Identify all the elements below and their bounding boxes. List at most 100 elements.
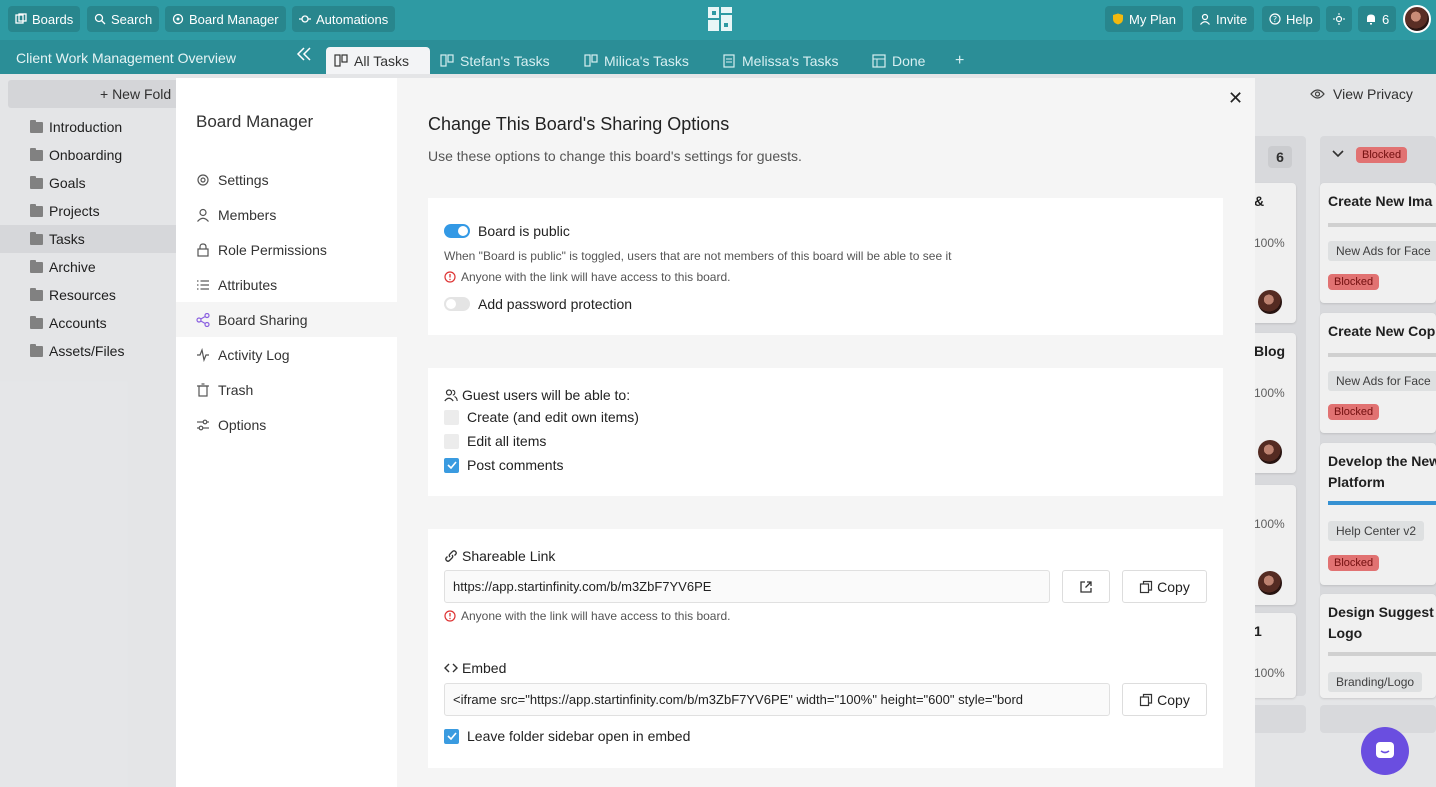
copy-icon — [1140, 693, 1153, 706]
tab-milicas-tasks[interactable]: Milica's Tasks — [576, 47, 697, 74]
tab-label: Stefan's Tasks — [460, 52, 550, 69]
public-warning-text: Anyone with the link will have access to… — [461, 270, 731, 284]
top-bar: Boards Search Board Manager Automations … — [0, 0, 1436, 40]
nav-board-sharing[interactable]: Board Sharing — [176, 302, 397, 337]
share-icon — [196, 312, 210, 327]
guest-option-comments[interactable]: Post comments — [444, 457, 563, 473]
password-row[interactable]: Add password protection — [444, 296, 632, 312]
guests-heading-text: Guest users will be able to: — [462, 387, 631, 403]
board-title: Client Work Management Overview — [16, 50, 236, 66]
nav-options[interactable]: Options — [176, 407, 397, 442]
nav-settings[interactable]: Settings — [176, 162, 397, 197]
nav-label: Activity Log — [218, 346, 290, 363]
search-icon — [94, 13, 106, 25]
modal-nav-title: Board Manager — [196, 112, 314, 131]
my-plan-button[interactable]: My Plan — [1105, 6, 1183, 32]
invite-button[interactable]: Invite — [1192, 6, 1255, 32]
tab-label: Milica's Tasks — [604, 52, 689, 69]
create-checkbox[interactable] — [444, 409, 459, 425]
password-label: Add password protection — [478, 296, 633, 312]
option-label: Create (and edit own items) — [467, 409, 639, 425]
nav-activity-log[interactable]: Activity Log — [176, 337, 397, 372]
copy-embed-button[interactable]: Copy — [1122, 683, 1207, 716]
sliders-icon — [197, 419, 209, 430]
boards-button[interactable]: Boards — [8, 6, 81, 32]
chat-support-button[interactable] — [1361, 727, 1409, 775]
notifications-button[interactable]: 6 — [1358, 6, 1397, 32]
comments-checkbox[interactable] — [444, 457, 459, 473]
nav-members[interactable]: Members — [176, 197, 397, 232]
embed-heading: Embed — [444, 660, 506, 676]
close-icon[interactable]: ✕ — [1228, 88, 1243, 109]
automations-label: Automations — [316, 11, 389, 27]
list-icon — [197, 279, 209, 290]
my-plan-label: My Plan — [1129, 11, 1176, 27]
embed-code-input[interactable]: <iframe src="https://app.startinfinity.c… — [444, 683, 1110, 716]
guests-heading: Guest users will be able to: — [444, 387, 630, 403]
tab-label: All Tasks — [354, 52, 409, 69]
guest-option-edit[interactable]: Edit all items — [444, 433, 546, 449]
sidebar-embed-checkbox[interactable] — [444, 728, 459, 744]
link-heading: Shareable Link — [444, 548, 555, 564]
check-icon — [446, 732, 457, 740]
password-toggle[interactable] — [444, 297, 470, 311]
sun-icon — [1333, 13, 1345, 25]
copy-link-button[interactable]: Copy — [1122, 570, 1207, 603]
shareable-link-panel: Shareable Link https://app.startinfinity… — [428, 529, 1223, 768]
board-public-row[interactable]: Board is public — [444, 223, 570, 239]
tab-all-tasks[interactable]: All Tasks — [326, 47, 430, 74]
kanban-icon — [440, 53, 454, 67]
users-icon — [444, 389, 458, 402]
option-label: Edit all items — [467, 433, 547, 449]
warning-icon — [444, 610, 456, 622]
user-avatar[interactable] — [1403, 5, 1431, 33]
nav-label: Attributes — [218, 276, 278, 293]
public-warning: Anyone with the link will have access to… — [444, 270, 730, 284]
open-link-button[interactable] — [1062, 570, 1110, 603]
embed-heading-text: Embed — [462, 660, 507, 676]
shareable-link-input[interactable]: https://app.startinfinity.com/b/m3ZbF7YV… — [444, 570, 1050, 603]
board-public-label: Board is public — [478, 223, 570, 239]
nav-attributes[interactable]: Attributes — [176, 267, 397, 302]
modal-heading: Change This Board's Sharing Options — [428, 114, 730, 134]
board-manager-modal: Board Manager Settings Members Role Perm… — [176, 78, 1255, 787]
chat-icon — [1376, 742, 1394, 758]
check-icon — [446, 461, 457, 469]
edit-checkbox[interactable] — [444, 433, 459, 449]
nav-label: Options — [218, 416, 267, 433]
boards-icon — [15, 13, 27, 24]
automations-button[interactable]: Automations — [292, 6, 396, 32]
help-button[interactable]: ? Help — [1262, 6, 1320, 32]
tab-stefans-tasks[interactable]: Stefan's Tasks — [432, 47, 558, 74]
nav-trash[interactable]: Trash — [176, 372, 397, 407]
help-label: Help — [1286, 11, 1313, 27]
search-label: Search — [111, 11, 153, 27]
bell-icon — [1367, 14, 1375, 25]
kanban-icon — [584, 53, 598, 67]
trash-icon — [197, 382, 209, 397]
sidebar-embed-option[interactable]: Leave folder sidebar open in embed — [444, 728, 690, 744]
board-public-toggle[interactable] — [444, 224, 470, 238]
theme-toggle-button[interactable] — [1326, 6, 1352, 32]
search-button[interactable]: Search — [87, 6, 160, 32]
external-link-icon — [1080, 580, 1092, 593]
link-icon — [445, 550, 457, 562]
gear-icon — [197, 173, 209, 186]
collapse-sidebar-icon[interactable] — [296, 47, 312, 66]
modal-subheading: Use these options to change this board's… — [428, 148, 802, 164]
boards-label: Boards — [32, 11, 74, 27]
copy-label: Copy — [1157, 691, 1190, 708]
activity-icon — [197, 347, 209, 362]
add-tab-button[interactable]: + — [955, 52, 964, 70]
nav-label: Board Sharing — [218, 311, 308, 328]
nav-role-permissions[interactable]: Role Permissions — [176, 232, 397, 267]
tab-done[interactable]: Done — [864, 47, 933, 74]
code-icon — [444, 663, 458, 673]
tab-melissas-tasks[interactable]: Melissa's Tasks — [714, 47, 847, 74]
sidebar-embed-label: Leave folder sidebar open in embed — [467, 728, 691, 744]
lock-icon — [197, 242, 209, 257]
guest-option-create[interactable]: Create (and edit own items) — [444, 409, 639, 425]
board-manager-button[interactable]: Board Manager — [165, 6, 286, 32]
nav-label: Trash — [218, 381, 254, 398]
board-manager-label: Board Manager — [189, 11, 279, 27]
